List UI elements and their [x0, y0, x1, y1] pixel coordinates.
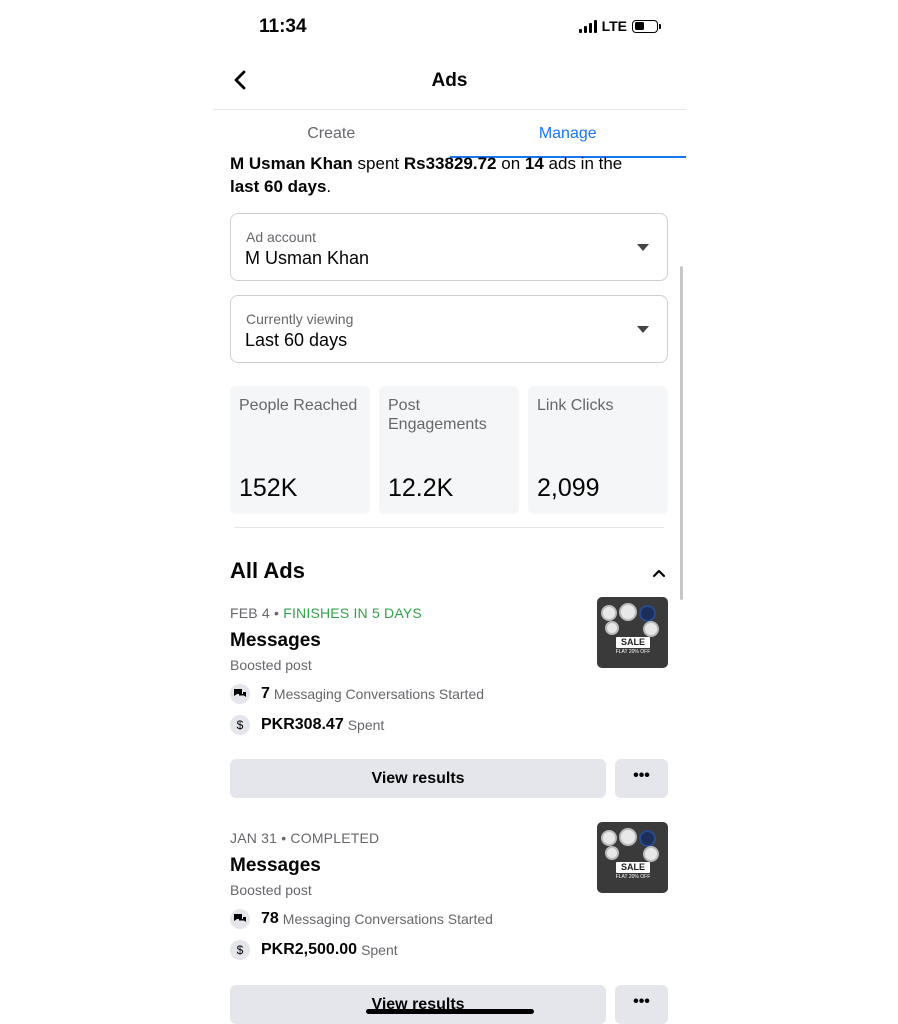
chat-bubbles-icon	[230, 909, 250, 929]
thumb-flat-text: FLAT 20% OFF	[615, 874, 651, 880]
stat-value: 152K	[239, 474, 298, 502]
ad-thumbnail[interactable]: SALE FLAT 20% OFF	[597, 597, 668, 668]
view-results-button[interactable]: View results	[230, 985, 606, 1024]
result-label: Messaging Conversations Started	[282, 911, 493, 927]
status-time: 11:34	[259, 16, 307, 37]
stat-card-link-clicks: Link Clicks 2,099	[528, 386, 668, 514]
ad-result-row: 78 Messaging Conversations Started	[230, 908, 668, 930]
summary-on-word: on	[501, 154, 521, 173]
network-label: LTE	[601, 18, 627, 34]
summary-name: M Usman Khan	[230, 154, 353, 173]
battery-icon	[632, 19, 661, 33]
ad-status: COMPLETED	[290, 830, 380, 846]
ad-actions: View results •••	[230, 759, 668, 798]
nav-header: Ads	[213, 56, 686, 108]
ad-status: FINISHES IN 5 DAYS	[283, 605, 422, 621]
ad-date: JAN 31	[230, 830, 278, 846]
ad-actions: View results •••	[230, 985, 668, 1024]
status-indicators: LTE	[578, 18, 661, 34]
stat-label: Post Engagements	[388, 397, 487, 433]
ad-account-select[interactable]: Ad account M Usman Khan	[230, 213, 668, 281]
app-screen: 11:34 LTE Ads Create Manage M Usman Khan…	[213, 0, 686, 1024]
stat-label: People Reached	[239, 397, 358, 414]
section-divider	[234, 527, 664, 528]
ad-card[interactable]: FEB 4 • FINISHES IN 5 DAYS Messages Boos…	[230, 597, 668, 736]
summary-ad-count: 14	[524, 154, 544, 173]
result-label: Messaging Conversations Started	[273, 686, 485, 702]
stat-card-post-engagements: Post Engagements 12.2K	[379, 386, 519, 514]
date-range-label: Currently viewing	[246, 311, 354, 327]
chevron-up-icon	[652, 569, 666, 578]
ad-card[interactable]: JAN 31 • COMPLETED Messages Boosted post…	[230, 822, 668, 961]
spent-amount: PKR308.47	[261, 716, 344, 733]
result-count: 7	[261, 685, 270, 702]
thumb-flat-text: FLAT 20% OFF	[615, 649, 651, 655]
thumb-sale-text: SALE	[616, 637, 650, 648]
signal-icon	[578, 19, 597, 33]
page-title: Ads	[431, 70, 468, 91]
summary-amount: Rs33829.72	[403, 154, 497, 173]
spent-amount: PKR2,500.00	[261, 941, 358, 958]
dollar-icon: $	[230, 940, 250, 960]
caret-down-icon	[637, 326, 649, 333]
summary-ads-in-the: ads in the	[548, 154, 623, 173]
summary-period: last 60 days	[230, 177, 327, 196]
caret-down-icon	[637, 244, 649, 251]
home-indicator[interactable]	[366, 1009, 534, 1014]
dollar-icon: $	[230, 715, 250, 735]
ad-date: FEB 4	[230, 605, 270, 621]
date-range-select[interactable]: Currently viewing Last 60 days	[230, 295, 668, 363]
manage-content: M Usman Khan spent Rs33829.72 on 14 ads …	[230, 152, 668, 1024]
stat-card-people-reached: People Reached 152K	[230, 386, 370, 514]
ad-result-row: 7 Messaging Conversations Started	[230, 683, 668, 705]
tab-create[interactable]: Create	[213, 110, 450, 158]
stats-row: People Reached 152K Post Engagements 12.…	[230, 386, 668, 514]
section-title: All Ads	[230, 558, 305, 583]
result-count: 78	[261, 910, 279, 927]
tab-bar: Create Manage	[213, 110, 686, 158]
view-results-button[interactable]: View results	[230, 759, 606, 798]
thumb-sale-text: SALE	[616, 862, 650, 873]
summary-period-suffix: .	[326, 177, 332, 196]
collapse-button[interactable]	[652, 566, 666, 580]
scrollbar[interactable]	[680, 266, 683, 600]
ad-account-value: M Usman Khan	[245, 248, 370, 268]
spent-label: Spent	[361, 942, 398, 958]
summary-spent-word: spent	[357, 154, 400, 173]
tab-manage[interactable]: Manage	[449, 110, 687, 158]
all-ads-header: All Ads	[230, 558, 668, 588]
spent-label: Spent	[347, 717, 385, 733]
more-options-button[interactable]: •••	[615, 759, 668, 798]
chat-bubbles-icon	[230, 684, 250, 704]
date-range-value: Last 60 days	[245, 330, 348, 350]
more-options-button[interactable]: •••	[615, 985, 668, 1024]
ad-thumbnail[interactable]: SALE FLAT 20% OFF	[597, 822, 668, 893]
ad-spend-row: $ PKR2,500.00 Spent	[230, 939, 668, 961]
spend-summary: M Usman Khan spent Rs33829.72 on 14 ads …	[230, 152, 668, 198]
ad-account-label: Ad account	[246, 229, 317, 245]
stat-value: 2,099	[537, 474, 600, 502]
stat-label: Link Clicks	[537, 397, 614, 414]
stat-value: 12.2K	[388, 474, 454, 502]
ad-spend-row: $ PKR308.47 Spent	[230, 714, 668, 736]
